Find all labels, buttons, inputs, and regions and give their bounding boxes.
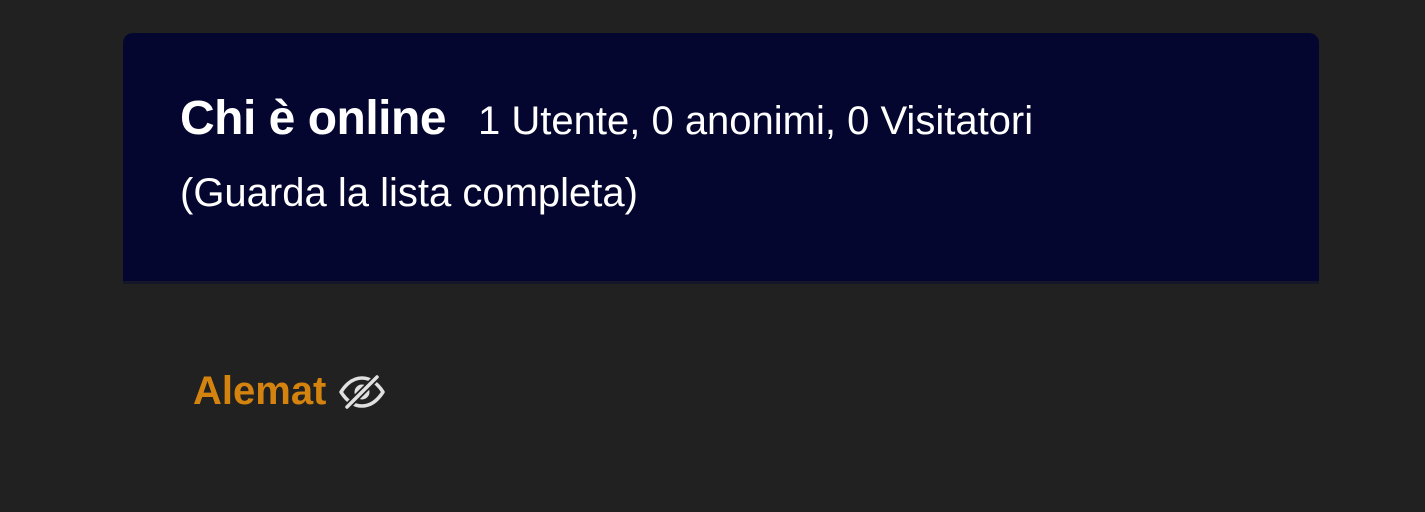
username-link[interactable]: Alemat bbox=[193, 369, 326, 414]
online-user-item: Alemat bbox=[193, 369, 386, 414]
widget-header: Chi è online 1 Utente, 0 anonimi, 0 Visit… bbox=[123, 33, 1319, 284]
title-line: Chi è online 1 Utente, 0 anonimi, 0 Visit… bbox=[180, 91, 1033, 151]
full-list-link[interactable]: (Guarda la lista completa) bbox=[180, 171, 638, 216]
online-stats: 1 Utente, 0 anonimi, 0 Visitatori bbox=[478, 99, 1034, 143]
widget-body: Alemat bbox=[123, 284, 1319, 499]
who-is-online-widget: Chi è online 1 Utente, 0 anonimi, 0 Visit… bbox=[123, 33, 1319, 499]
eye-slash-icon bbox=[338, 374, 386, 409]
widget-title: Chi è online bbox=[180, 92, 447, 145]
